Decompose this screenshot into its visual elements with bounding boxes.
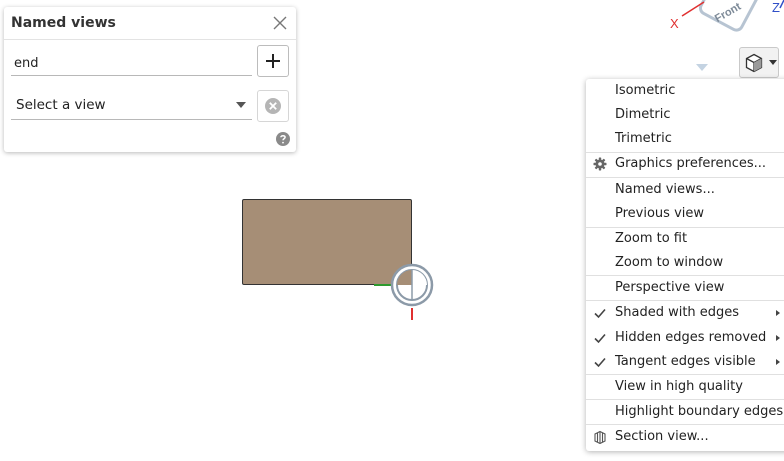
checkmark-icon: [594, 333, 606, 344]
menu-item-label: Perspective view: [615, 280, 725, 295]
clear-selection-button[interactable]: [257, 90, 289, 122]
caret-down-icon: [769, 60, 777, 65]
checkmark-icon: [594, 308, 606, 319]
section-view-icon: [594, 430, 606, 444]
view-name-input[interactable]: [11, 52, 252, 76]
chevron-down-icon: [236, 102, 246, 108]
help-icon[interactable]: [276, 132, 290, 146]
menu-item-section-view[interactable]: Section view...: [586, 425, 784, 449]
menu-item-label: Tangent edges visible: [615, 354, 756, 369]
view-cube-icon: [745, 53, 763, 72]
menu-item-label: Highlight boundary edges: [615, 404, 784, 419]
menu-item-label: Section view...: [615, 429, 709, 444]
menu-item-label: View in high quality: [615, 379, 743, 394]
menu-item-dimetric[interactable]: Dimetric: [586, 103, 784, 127]
menu-item-zoom-to-fit[interactable]: Zoom to fit: [586, 227, 784, 251]
menu-item-label: Named views...: [615, 182, 715, 197]
menu-item-label: Isometric: [615, 83, 676, 98]
menu-item-label: Trimetric: [615, 131, 672, 146]
menu-item-trimetric[interactable]: Trimetric: [586, 127, 784, 151]
menu-item-label: Graphics preferences...: [615, 156, 767, 171]
menu-item-label: Zoom to fit: [615, 231, 688, 246]
menu-item-graphics-preferences[interactable]: Graphics preferences...: [586, 152, 784, 176]
named-views-panel: Named views Select a view: [4, 7, 296, 152]
plus-icon: [266, 54, 280, 68]
submenu-arrow-icon: [776, 310, 780, 316]
menu-item-isometric[interactable]: Isometric: [586, 79, 784, 103]
origin-triad[interactable]: [372, 258, 442, 328]
menu-item-zoom-to-window[interactable]: Zoom to window: [586, 251, 784, 275]
menu-item-named-views[interactable]: Named views...: [586, 178, 784, 202]
submenu-arrow-icon: [776, 335, 780, 341]
axis-x-label: X: [670, 16, 679, 31]
menu-item-view-in-high-quality[interactable]: View in high quality: [586, 375, 784, 399]
axis-z-label: Z: [772, 0, 780, 15]
view-options-menu: Isometric Dimetric Trimetric Graphics pr…: [586, 79, 784, 451]
panel-title: Named views: [11, 15, 116, 31]
close-icon[interactable]: [272, 15, 288, 31]
clear-circle-icon: [265, 98, 281, 114]
add-view-button[interactable]: [257, 45, 289, 77]
menu-item-perspective-view[interactable]: Perspective view: [586, 276, 784, 300]
submenu-arrow-icon: [776, 359, 780, 365]
menu-item-hidden-edges-removed[interactable]: Hidden edges removed: [586, 326, 784, 350]
menu-item-label: Shaded with edges: [615, 305, 740, 320]
view-cube-flip-arrow[interactable]: [696, 64, 708, 71]
select-view-label: Select a view: [16, 97, 106, 113]
view-cube-triad[interactable]: Front X Z: [660, 0, 784, 44]
gear-icon: [593, 157, 607, 171]
menu-item-shaded-with-edges[interactable]: Shaded with edges: [586, 301, 784, 325]
checkmark-icon: [594, 357, 606, 368]
menu-item-highlight-boundary-edges[interactable]: Highlight boundary edges: [586, 400, 784, 424]
menu-item-label: Hidden edges removed: [615, 330, 767, 345]
panel-divider: [4, 39, 296, 40]
menu-item-label: Zoom to window: [615, 255, 724, 270]
select-view-dropdown[interactable]: Select a view: [11, 93, 252, 120]
menu-item-label: Previous view: [615, 206, 705, 221]
menu-item-label: Dimetric: [615, 107, 671, 122]
menu-item-previous-view[interactable]: Previous view: [586, 202, 784, 226]
menu-item-tangent-edges-visible[interactable]: Tangent edges visible: [586, 350, 784, 374]
view-menu-button[interactable]: [739, 47, 779, 78]
